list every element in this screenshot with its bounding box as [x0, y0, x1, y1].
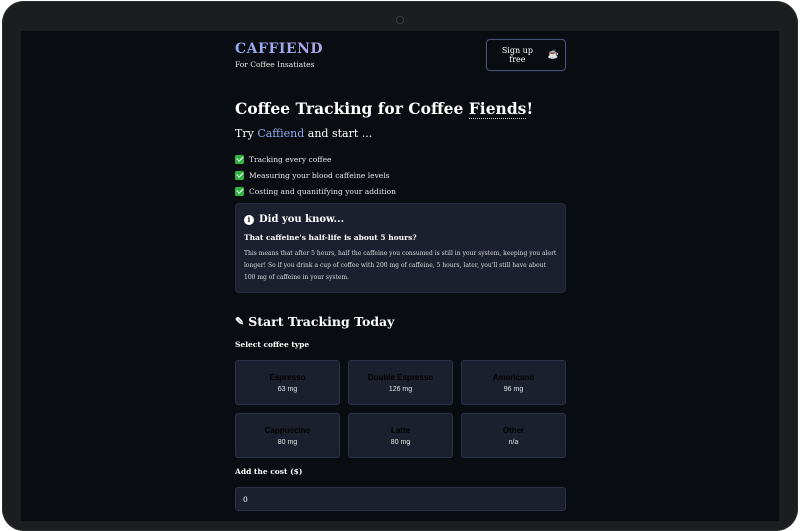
coffee-caffeine: 80 mg	[277, 438, 298, 446]
check-icon	[235, 186, 244, 196]
feature-label: Tracking every coffee	[249, 154, 332, 164]
check-icon	[235, 154, 244, 164]
tracking-section-title: ✎ Start Tracking Today	[235, 314, 394, 329]
cost-label: Add the cost ($)	[235, 467, 303, 476]
cost-input[interactable]	[235, 487, 566, 511]
signup-button[interactable]: Sign up free ☕	[486, 39, 566, 71]
feature-item: Measuring your blood caffeine levels	[235, 167, 396, 183]
coffee-name: Cappuccino	[264, 425, 311, 435]
camera-icon	[396, 16, 404, 24]
did-you-know-card: i Did you know... That caffeine's half-l…	[235, 203, 566, 293]
did-you-know-body: This means that after 5 hours, half the …	[244, 250, 557, 281]
browser-viewport[interactable]: CAFFIEND For Coffee Insatiates Sign up f…	[21, 31, 779, 521]
feature-list: Tracking every coffee Measuring your blo…	[235, 151, 396, 199]
laptop-frame: CAFFIEND For Coffee Insatiates Sign up f…	[0, 0, 800, 531]
coffee-name: Latte	[390, 425, 411, 435]
page-title-emphasis: Fiends	[468, 99, 527, 119]
did-you-know-heading: i Did you know...	[244, 214, 557, 225]
app-tagline: For Coffee Insatiates	[235, 60, 315, 69]
coffee-type-grid: Espresso 63 mg Double Espresso 126 mg Am…	[235, 360, 566, 458]
feature-label: Measuring your blood caffeine levels	[249, 170, 390, 180]
try-suffix: and start ...	[304, 127, 373, 140]
coffee-name: Other	[502, 425, 525, 435]
check-icon	[235, 170, 244, 180]
coffee-option-americano[interactable]: Americano 96 mg	[461, 360, 566, 405]
coffee-name: Espresso	[269, 372, 306, 382]
coffee-option-double-espresso[interactable]: Double Espresso 126 mg	[348, 360, 453, 405]
coffee-name: Americano	[492, 372, 535, 382]
pencil-icon: ✎	[235, 315, 245, 328]
try-prefix: Try	[235, 127, 258, 140]
coffee-option-cappuccino[interactable]: Cappuccino 80 mg	[235, 413, 340, 458]
try-caffiend-line: Try Caffiend and start ...	[235, 127, 372, 140]
coffee-option-other[interactable]: Other n/a	[461, 413, 566, 458]
app-logo[interactable]: CAFFIEND	[235, 41, 323, 57]
coffee-caffeine: 126 mg	[388, 385, 413, 393]
page-title-suffix: !	[526, 99, 534, 118]
coffee-caffeine: n/a	[508, 438, 519, 446]
page-title-prefix: Coffee Tracking for Coffee	[235, 99, 469, 118]
feature-item: Tracking every coffee	[235, 151, 396, 167]
tracking-title-text: Start Tracking Today	[248, 314, 395, 329]
coffee-option-espresso[interactable]: Espresso 63 mg	[235, 360, 340, 405]
signup-button-label: Sign up free	[501, 46, 533, 64]
coffee-cup-icon: ☕	[547, 50, 559, 60]
feature-label: Costing and quanitifying your addition	[249, 186, 396, 196]
did-you-know-subtitle: That caffeine's half-life is about 5 hou…	[244, 233, 417, 242]
coffee-caffeine: 80 mg	[390, 438, 411, 446]
did-you-know-title: Did you know...	[259, 214, 345, 225]
coffee-option-latte[interactable]: Latte 80 mg	[348, 413, 453, 458]
try-brand: Caffiend	[257, 127, 305, 140]
coffee-name: Double Espresso	[367, 372, 434, 382]
coffee-type-label: Select coffee type	[235, 340, 310, 349]
info-icon: i	[244, 214, 254, 225]
page-title: Coffee Tracking for Coffee Fiends!	[235, 99, 534, 119]
feature-item: Costing and quanitifying your addition	[235, 183, 396, 199]
coffee-caffeine: 96 mg	[503, 385, 524, 393]
coffee-caffeine: 63 mg	[277, 385, 298, 393]
